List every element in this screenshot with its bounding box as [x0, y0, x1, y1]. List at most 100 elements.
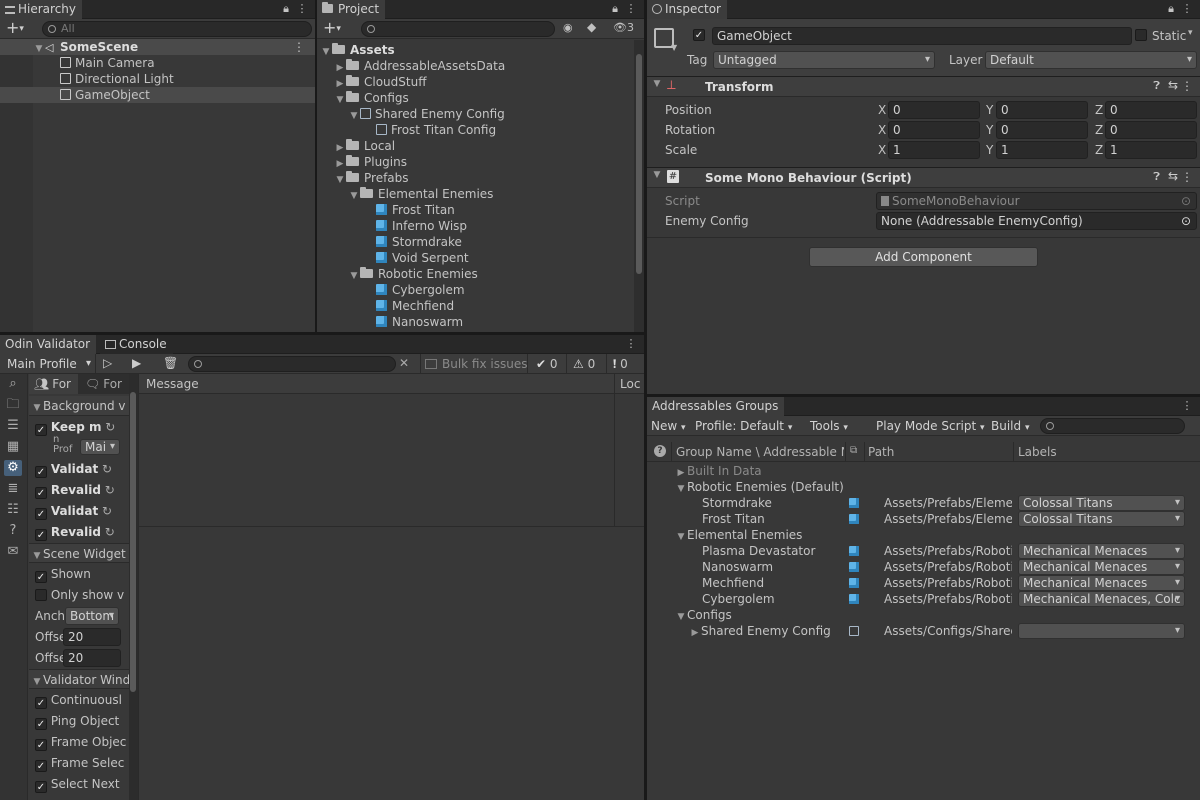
message-column-header[interactable]: Message: [146, 376, 199, 392]
bg-item-revalidate-1[interactable]: ✓ Revalid ↻: [35, 482, 115, 499]
project-item-stormdrake[interactable]: Stormdrake: [317, 234, 632, 250]
x-label[interactable]: X: [878, 122, 886, 138]
y-label[interactable]: Y: [986, 122, 993, 138]
labels-dropdown[interactable]: Mechanical Menaces: [1018, 575, 1185, 591]
window-continuous-toggle[interactable]: ✓ Continuousl: [35, 692, 122, 709]
profile-menu[interactable]: Profile: Default ▾: [691, 416, 796, 436]
project-scroll-thumb[interactable]: [636, 54, 642, 274]
new-menu[interactable]: New ▾: [647, 416, 690, 436]
group-built-in-data[interactable]: ▶ Built In Data: [647, 463, 1200, 479]
profile-dropdown[interactable]: Main Profile ▾: [0, 354, 96, 374]
y-label[interactable]: Y: [986, 142, 993, 158]
entry-stormdrake[interactable]: Stormdrake Assets/Prefabs/Elemen Colossa…: [647, 495, 1200, 511]
scale-label[interactable]: Scale: [665, 142, 697, 158]
subtab-for-1[interactable]: 👥︎ For: [29, 374, 78, 394]
warning-count-toggle[interactable]: ⚠︎ 0: [566, 354, 595, 374]
section-background[interactable]: ▼ Background v: [29, 396, 138, 416]
help-icon[interactable]: ?: [654, 445, 666, 457]
project-item-plugins[interactable]: ▶ Plugins: [317, 154, 632, 170]
settings-scrollbar[interactable]: [129, 374, 138, 800]
addressables-search-input[interactable]: [1040, 418, 1185, 434]
tab-console[interactable]: Console: [100, 335, 173, 354]
group-name-column-header[interactable]: Group Name \ Addressable Na: [676, 442, 844, 462]
tools-menu[interactable]: Tools ▾: [806, 416, 852, 436]
static-checkbox[interactable]: [1135, 29, 1147, 41]
bulk-fix-button[interactable]: Bulk fix issues: [420, 354, 528, 374]
subtab-for-2[interactable]: 🗨︎ For: [80, 374, 128, 394]
window-frame-object-toggle[interactable]: ✓ Frame Objec: [35, 734, 126, 751]
help-icon[interactable]: ❓︎: [1153, 170, 1160, 184]
lock-icon[interactable]: 🔒︎: [608, 2, 622, 16]
path-column-header[interactable]: Path: [868, 442, 894, 462]
chevron-down-icon[interactable]: ▼: [671, 43, 677, 52]
project-item-prefabs[interactable]: ▼ Prefabs: [317, 170, 632, 186]
hierarchy-item-directional-light[interactable]: Directional Light: [0, 71, 315, 87]
script-component-header[interactable]: ▼ # Some Mono Behaviour (Script) ❓︎ ⇆ ⋮: [647, 167, 1200, 188]
preset-icon[interactable]: ⇆: [1168, 169, 1178, 183]
project-item-robotic-enemies[interactable]: ▼ Robotic Enemies: [317, 266, 632, 282]
play-outline-icon[interactable]: ▷: [103, 356, 112, 370]
location-column-header[interactable]: Loc: [620, 376, 640, 392]
entry-shared-enemy-config[interactable]: ▶ Shared Enemy Config Assets/Configs/Shar…: [647, 623, 1200, 639]
hidden-packages-icon[interactable]: 👁︎3: [613, 21, 634, 34]
bg-item-validate-2[interactable]: ✓ Validat ↻: [35, 503, 112, 520]
validator-search-input[interactable]: [188, 356, 396, 372]
x-label[interactable]: X: [878, 142, 886, 158]
labels-dropdown[interactable]: Mechanical Menaces: [1018, 559, 1185, 575]
tab-project[interactable]: Project: [317, 0, 386, 19]
tab-hierarchy[interactable]: Hierarchy: [0, 0, 83, 19]
group-robotic-enemies[interactable]: ▼ Robotic Enemies (Default): [647, 479, 1200, 495]
labels-dropdown[interactable]: Colossal Titans: [1018, 495, 1185, 511]
more-menu-icon[interactable]: ⋮: [1180, 2, 1194, 16]
lock-icon[interactable]: 🔒︎: [279, 2, 293, 16]
play-mode-script-menu[interactable]: Play Mode Script ▾: [872, 416, 989, 436]
project-item-addressableassetsdata[interactable]: ▶ AddressableAssetsData: [317, 58, 632, 74]
transform-header[interactable]: ▼ ⟂ Transform ❓︎ ⇆ ⋮: [647, 76, 1200, 97]
project-item-assets[interactable]: ▼ Assets: [317, 42, 632, 58]
x-label[interactable]: X: [878, 102, 886, 118]
static-label[interactable]: Static: [1152, 28, 1186, 44]
hierarchy-item-main-camera[interactable]: Main Camera: [0, 55, 315, 71]
chevron-down-icon[interactable]: ▾: [1188, 28, 1193, 38]
reset-icon[interactable]: ↻: [105, 483, 115, 497]
labels-dropdown[interactable]: Colossal Titans: [1018, 511, 1185, 527]
entry-nanoswarm[interactable]: Nanoswarm Assets/Prefabs/Robotic Mechani…: [647, 559, 1200, 575]
project-item-elemental-enemies[interactable]: ▼ Elemental Enemies: [317, 186, 632, 202]
tab-inspector[interactable]: Inspector: [647, 0, 727, 19]
hierarchy-scene-row[interactable]: ▼ ◁ SomeScene ⋮: [0, 39, 315, 55]
entry-mechfiend[interactable]: Mechfiend Assets/Prefabs/Robotic Mechani…: [647, 575, 1200, 591]
hierarchy-search-input[interactable]: All: [42, 21, 312, 37]
play-icon[interactable]: ▶: [132, 356, 141, 370]
position-z-input[interactable]: 0: [1105, 101, 1197, 119]
gameobject-name-input[interactable]: GameObject: [712, 27, 1132, 45]
window-frame-selection-toggle[interactable]: ✓ Frame Selec: [35, 755, 124, 772]
project-item-void-serpent[interactable]: Void Serpent: [317, 250, 632, 266]
settings-gear-icon[interactable]: ⚙︎: [4, 460, 22, 476]
project-item-shared-enemy-config[interactable]: ▼ Shared Enemy Config: [317, 106, 632, 122]
offset-input-1[interactable]: 20: [63, 628, 121, 646]
rotation-z-input[interactable]: 0: [1105, 121, 1197, 139]
section-validator-window[interactable]: ▼ Validator Wind: [29, 669, 138, 689]
more-menu-icon[interactable]: ⋮: [624, 337, 638, 351]
enemy-config-label[interactable]: Enemy Config: [665, 213, 749, 229]
rotation-y-input[interactable]: 0: [996, 121, 1088, 139]
reset-icon[interactable]: ↻: [105, 420, 115, 434]
asset-type-column-icon[interactable]: ⧉: [850, 445, 857, 456]
search-icon[interactable]: ⌕: [4, 376, 22, 392]
help-icon[interactable]: ❓︎: [1153, 79, 1160, 93]
offset-input-2[interactable]: 20: [63, 649, 121, 667]
more-menu-icon[interactable]: ⋮: [624, 2, 638, 16]
position-label[interactable]: Position: [665, 102, 712, 118]
profile-select-dropdown[interactable]: Mai: [80, 439, 120, 455]
z-label[interactable]: Z: [1095, 102, 1103, 118]
labels-dropdown[interactable]: Mechanical Menaces: [1018, 543, 1185, 559]
scene-list-icon[interactable]: ☰: [4, 418, 22, 434]
help-icon[interactable]: ?: [4, 523, 22, 539]
project-item-frost-titan-config[interactable]: Frost Titan Config: [317, 122, 632, 138]
add-icon[interactable]: +▾: [6, 19, 24, 38]
add-icon[interactable]: +▾: [323, 19, 341, 38]
scene-shown-toggle[interactable]: ✓ Shown: [35, 566, 91, 583]
entry-plasma-devastator[interactable]: Plasma Devastator Assets/Prefabs/Robotic…: [647, 543, 1200, 559]
more-menu-icon[interactable]: ⋮: [295, 2, 309, 16]
group-elemental-enemies[interactable]: ▼ Elemental Enemies: [647, 527, 1200, 543]
